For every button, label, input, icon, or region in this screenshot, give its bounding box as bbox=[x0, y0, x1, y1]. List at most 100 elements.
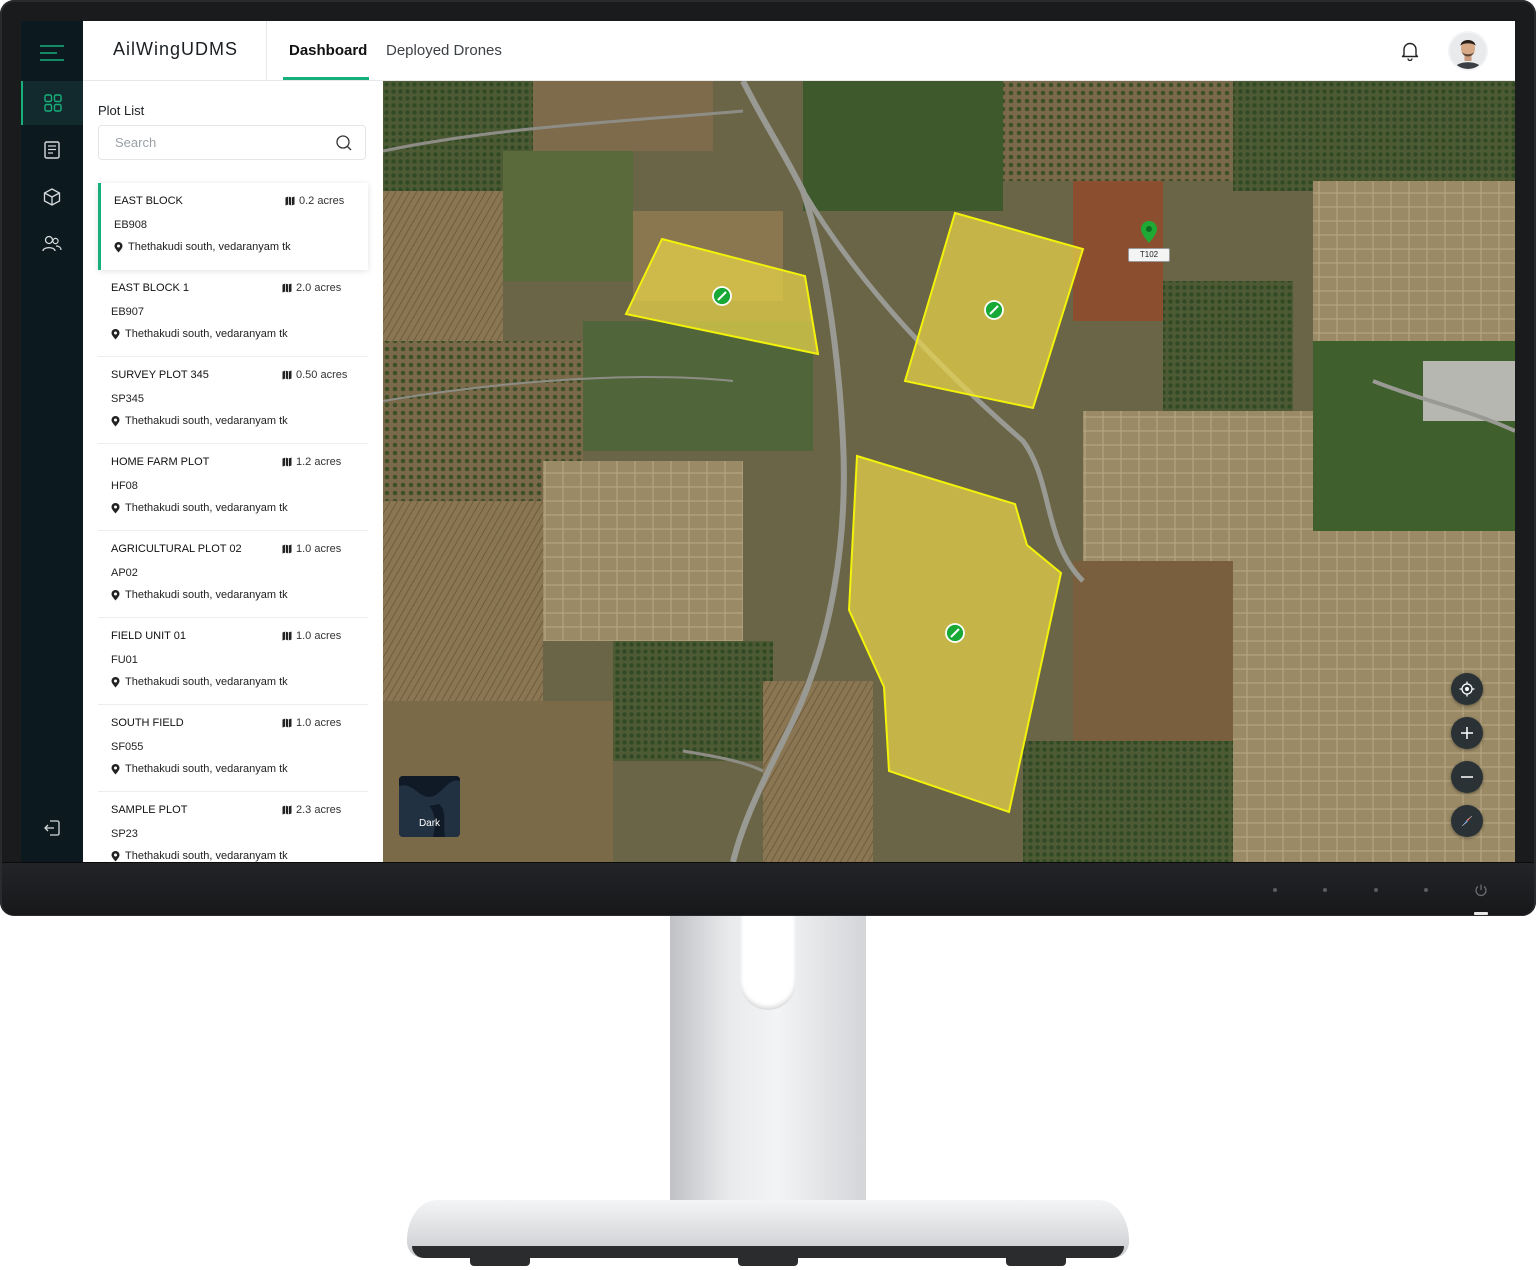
sidebar-item-dashboard[interactable] bbox=[21, 81, 83, 125]
plot-card[interactable]: EAST BLOCK 0.2 acres EB908 Thethakudi so… bbox=[98, 183, 368, 270]
tab-active-indicator bbox=[283, 77, 369, 80]
plot-code: SF055 bbox=[111, 741, 144, 753]
plot-area-value: 0.50 acres bbox=[296, 369, 348, 381]
plot-code: AP02 bbox=[111, 567, 138, 579]
screen: AilWingUDMS Dashboard Deployed Drones Pl… bbox=[21, 21, 1515, 862]
plot-list: EAST BLOCK 0.2 acres EB908 Thethakudi so… bbox=[98, 183, 368, 862]
plot-location: Thethakudi south, vedaranyam tk bbox=[111, 328, 288, 340]
cube-icon bbox=[43, 188, 61, 206]
zoom-out-icon bbox=[1461, 776, 1473, 778]
plot-location: Thethakudi south, vedaranyam tk bbox=[111, 676, 288, 688]
map-area-icon bbox=[285, 196, 295, 206]
compass-icon bbox=[1461, 815, 1473, 827]
plot-location-text: Thethakudi south, vedaranyam tk bbox=[125, 328, 288, 340]
plot-area: 1.2 acres bbox=[282, 456, 341, 468]
power-led bbox=[1474, 912, 1488, 915]
plot-code: EB907 bbox=[111, 306, 145, 318]
plot-card[interactable]: SURVEY PLOT 345 0.50 acres SP345 Thethak… bbox=[98, 357, 368, 444]
plot-card[interactable]: EAST BLOCK 1 2.0 acres EB907 Thethakudi … bbox=[98, 270, 368, 357]
plot-location-text: Thethakudi south, vedaranyam tk bbox=[125, 415, 288, 427]
plot-name: HOME FARM PLOT bbox=[111, 456, 210, 468]
plot-area: 0.50 acres bbox=[282, 369, 347, 381]
zoom-in-icon bbox=[1461, 727, 1473, 739]
satellite-map[interactable] bbox=[383, 81, 1515, 862]
monitor-stand-base-edge bbox=[412, 1246, 1124, 1258]
menu-toggle-button[interactable] bbox=[21, 31, 83, 75]
plot-location: Thethakudi south, vedaranyam tk bbox=[111, 850, 288, 862]
plot-card[interactable]: AGRICULTURAL PLOT 02 1.0 acres AP02 Thet… bbox=[98, 531, 368, 618]
search-input[interactable] bbox=[113, 134, 317, 151]
locate-button[interactable] bbox=[1451, 673, 1483, 705]
layer-toggle-label: Dark bbox=[418, 818, 441, 829]
plot-location-text: Thethakudi south, vedaranyam tk bbox=[125, 850, 288, 862]
monitor-button bbox=[1374, 888, 1378, 892]
plot-area: 1.0 acres bbox=[282, 543, 341, 555]
avatar[interactable] bbox=[1448, 31, 1488, 71]
user-photo bbox=[1450, 33, 1486, 69]
monitor-button bbox=[1273, 888, 1277, 892]
dashboard-grid-icon bbox=[44, 94, 62, 112]
plot-code: HF08 bbox=[111, 480, 138, 492]
plot-location-text: Thethakudi south, vedaranyam tk bbox=[125, 502, 288, 514]
location-pin-icon bbox=[111, 589, 120, 600]
map-area-icon bbox=[282, 457, 292, 467]
sidebar-item-inventory[interactable] bbox=[21, 175, 83, 219]
plot-code: SP23 bbox=[111, 828, 138, 840]
location-pin-icon bbox=[111, 415, 120, 426]
map-area-icon bbox=[282, 544, 292, 554]
plot-card[interactable]: HOME FARM PLOT 1.2 acres HF08 Thethakudi… bbox=[98, 444, 368, 531]
plot-area: 2.0 acres bbox=[282, 282, 341, 294]
compass-button[interactable] bbox=[1451, 805, 1483, 837]
zoom-in-button[interactable] bbox=[1451, 717, 1483, 749]
drone-label: T102 bbox=[1128, 248, 1170, 262]
plot-name: EAST BLOCK bbox=[114, 195, 183, 207]
plot-name: AGRICULTURAL PLOT 02 bbox=[111, 543, 242, 555]
hamburger-icon bbox=[40, 45, 64, 61]
monitor-foot bbox=[1006, 1258, 1066, 1266]
brand-logo: AilWingUDMS bbox=[113, 39, 239, 59]
plot-name: SOUTH FIELD bbox=[111, 717, 184, 729]
logout-button[interactable] bbox=[21, 806, 83, 850]
divider bbox=[266, 21, 267, 80]
report-icon bbox=[44, 141, 60, 159]
tab-deployed-drones[interactable]: Deployed Drones bbox=[386, 42, 502, 59]
plot-area-value: 2.0 acres bbox=[296, 282, 342, 294]
plot-area-value: 2.3 acres bbox=[296, 804, 342, 816]
map-view[interactable]: T102 Dark bbox=[383, 81, 1515, 862]
plot-list-panel: Plot List EAST BLOCK 0.2 acres EB908 The… bbox=[83, 81, 382, 862]
plot-marker[interactable] bbox=[945, 623, 965, 643]
map-area-icon bbox=[282, 283, 292, 293]
sidebar-item-users[interactable] bbox=[21, 222, 83, 266]
plot-name: EAST BLOCK 1 bbox=[111, 282, 190, 294]
plot-card[interactable]: FIELD UNIT 01 1.0 acres FU01 Thethakudi … bbox=[98, 618, 368, 705]
plot-location-text: Thethakudi south, vedaranyam tk bbox=[125, 763, 288, 775]
monitor-stand-cutout bbox=[740, 916, 796, 1010]
plot-area: 2.3 acres bbox=[282, 804, 341, 816]
plot-location: Thethakudi south, vedaranyam tk bbox=[111, 502, 288, 514]
plot-area: 0.2 acres bbox=[285, 195, 344, 207]
tab-dashboard[interactable]: Dashboard bbox=[289, 42, 367, 59]
zoom-out-button[interactable] bbox=[1451, 761, 1483, 793]
plot-location: Thethakudi south, vedaranyam tk bbox=[111, 415, 288, 427]
plot-card[interactable]: SOUTH FIELD 1.0 acres SF055 Thethakudi s… bbox=[98, 705, 368, 792]
search-icon[interactable] bbox=[335, 134, 353, 152]
plot-location-text: Thethakudi south, vedaranyam tk bbox=[125, 589, 288, 601]
plot-area: 1.0 acres bbox=[282, 717, 341, 729]
plot-marker[interactable] bbox=[712, 286, 732, 306]
monitor-foot bbox=[470, 1258, 530, 1266]
sidebar-item-reports[interactable] bbox=[21, 128, 83, 172]
monitor-button bbox=[1424, 888, 1428, 892]
plot-location-text: Thethakudi south, vedaranyam tk bbox=[125, 676, 288, 688]
bell-icon[interactable] bbox=[1401, 41, 1419, 61]
plot-area-value: 1.0 acres bbox=[296, 543, 342, 555]
layer-toggle-dark[interactable]: Dark bbox=[399, 776, 460, 837]
location-pin-icon bbox=[111, 502, 120, 513]
map-area-icon bbox=[282, 631, 292, 641]
monitor-button bbox=[1323, 888, 1327, 892]
plot-location: Thethakudi south, vedaranyam tk bbox=[114, 241, 291, 253]
users-icon bbox=[42, 235, 62, 252]
locate-icon bbox=[1459, 681, 1475, 697]
plot-marker[interactable] bbox=[984, 300, 1004, 320]
plot-card[interactable]: SAMPLE PLOT 2.3 acres SP23 Thethakudi so… bbox=[98, 792, 368, 862]
plot-code: SP345 bbox=[111, 393, 145, 405]
